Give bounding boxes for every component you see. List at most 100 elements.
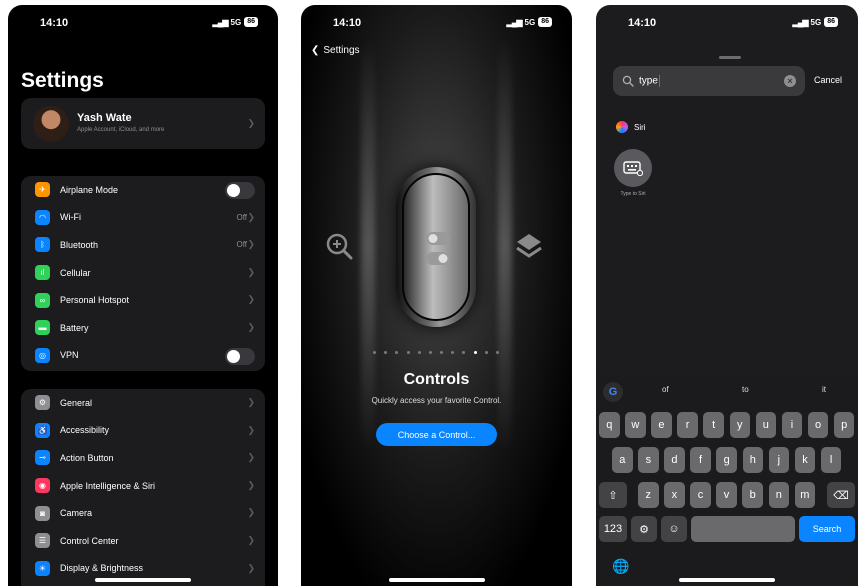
settings-row[interactable]: ıl Cellular ❯ (21, 259, 265, 287)
key-p[interactable]: p (833, 412, 855, 438)
key-t[interactable]: t (703, 412, 724, 438)
key-g[interactable]: g (716, 447, 737, 473)
keyboard-icon (623, 161, 643, 176)
status-bar: 14:10 ▂▄▆ 5G 86 (301, 5, 572, 39)
settings-screen: 14:10 ▂▄▆ 5G 86 Settings Yash Wate Apple… (8, 5, 278, 586)
sheet-grabber[interactable] (719, 56, 741, 59)
key-e[interactable]: e (651, 412, 672, 438)
settings-row-label: Accessibility (60, 425, 110, 436)
keyboard: G of to it q w e r t y u i o p a s d f g h j k l ⇧ z x c v b n m ⌫ 123… (596, 374, 858, 586)
key-b[interactable]: b (742, 482, 763, 508)
page-dot[interactable] (395, 351, 399, 354)
key-y[interactable]: y (729, 412, 750, 438)
page-dot[interactable] (417, 351, 421, 354)
settings-row-label: Cellular (60, 267, 91, 278)
page-dot[interactable] (473, 351, 477, 354)
page-dot[interactable] (373, 351, 376, 354)
key-j[interactable]: j (768, 447, 790, 473)
key-c[interactable]: c (690, 482, 711, 508)
choose-control-button[interactable]: Choose a Control... (376, 423, 497, 446)
key-a[interactable]: a (612, 447, 633, 473)
back-button[interactable]: ❮ Settings (311, 45, 360, 56)
suggestion-bar: G of to it (596, 374, 858, 408)
page-dot[interactable] (406, 351, 410, 354)
settings-row[interactable]: ⚙ General ❯ (21, 389, 265, 417)
settings-row[interactable]: ◙ Camera ❯ (21, 499, 265, 527)
shift-key-icon[interactable]: ⇧ (599, 482, 627, 508)
search-query: type (639, 75, 658, 87)
settings-row[interactable]: ◎ VPN (21, 342, 265, 370)
magnifier-plus-icon (326, 233, 353, 260)
space-key[interactable] (691, 516, 795, 542)
search-input[interactable]: type × (613, 66, 805, 96)
clear-icon[interactable]: × (784, 75, 796, 87)
settings-row[interactable]: ♿ Accessibility ❯ (21, 417, 265, 445)
toggle-icon (426, 232, 450, 265)
key-q[interactable]: q (599, 412, 620, 438)
key-z[interactable]: z (638, 482, 659, 508)
key-d[interactable]: d (664, 447, 685, 473)
page-indicator[interactable] (373, 351, 499, 354)
page-dot[interactable] (440, 351, 444, 354)
settings-row[interactable]: ☰ Control Center ❯ (21, 527, 265, 555)
settings-row[interactable]: ◉ Apple Intelligence & Siri ❯ (21, 472, 265, 500)
search-key[interactable]: Search (799, 516, 855, 542)
toggle-switch[interactable] (225, 347, 255, 365)
page-dot[interactable] (428, 351, 432, 354)
action-button-screen: 14:10 ▂▄▆ 5G 86 ❮ Settings Controls Quic… (301, 5, 572, 586)
account-name: Yash Wate (77, 112, 132, 124)
page-dot[interactable] (495, 351, 499, 354)
page-dot[interactable] (451, 351, 455, 354)
key-n[interactable]: n (768, 482, 789, 508)
suggestion-word[interactable]: to (742, 385, 749, 394)
suggestion-word[interactable]: of (662, 385, 669, 394)
key-l[interactable]: l (820, 447, 842, 473)
connectivity-group: ✈ Airplane Mode ◠ Wi-Fi Off ❯ ᛒ Bluetooth Off ❯ ıl… (21, 176, 265, 371)
key-i[interactable]: i (781, 412, 803, 438)
status-time: 14:10 (40, 17, 69, 29)
cancel-button[interactable]: Cancel (814, 75, 842, 85)
page-dot[interactable] (384, 351, 388, 354)
chevron-right-icon: ❯ (247, 239, 255, 250)
key-u[interactable]: u (755, 412, 777, 438)
settings-row[interactable]: ▬ Battery ❯ (21, 314, 265, 342)
camera-icon: ◙ (35, 505, 50, 521)
chevron-right-icon: ❯ (247, 118, 255, 128)
page-dot[interactable] (484, 351, 488, 354)
key-o[interactable]: o (807, 412, 829, 438)
settings-key-icon[interactable]: ⚙ (631, 516, 657, 542)
settings-row[interactable]: ✈ Airplane Mode (21, 176, 265, 204)
toggle-switch[interactable] (225, 182, 255, 199)
key-v[interactable]: v (716, 482, 737, 508)
status-bar: 14:10 ▂▄▆ 5G 86 (596, 5, 858, 39)
apple-account-cell[interactable]: Yash Wate Apple Account, iCloud, and mor… (21, 98, 265, 149)
settings-row[interactable]: ⊸ Action Button ❯ (21, 444, 265, 472)
key-m[interactable]: m (794, 482, 816, 508)
globe-icon[interactable]: 🌐 (612, 558, 629, 575)
key-r[interactable]: r (677, 412, 698, 438)
cellular-icon: ıl (35, 265, 50, 281)
network-type: 5G (524, 17, 536, 27)
google-keyboard-icon[interactable]: G (603, 382, 623, 402)
key-w[interactable]: w (625, 412, 646, 438)
key-k[interactable]: k (794, 447, 816, 473)
settings-row[interactable]: ᛒ Bluetooth Off ❯ (21, 231, 265, 259)
chevron-right-icon: ❯ (247, 424, 255, 435)
chevron-right-icon: ❯ (247, 534, 255, 545)
key-s[interactable]: s (638, 447, 659, 473)
page-dot[interactable] (462, 351, 466, 354)
emoji-key-icon[interactable]: ☺ (661, 516, 687, 542)
suggestion-word[interactable]: it (822, 385, 826, 394)
light-beam-right (498, 35, 512, 455)
key-f[interactable]: f (690, 447, 711, 473)
network-type: 5G (230, 17, 242, 27)
settings-row-label: General (60, 397, 93, 408)
settings-row[interactable]: ∞ Personal Hotspot ❯ (21, 286, 265, 314)
network-type: 5G (810, 17, 822, 27)
backspace-key-icon[interactable]: ⌫ (827, 482, 855, 508)
key-x[interactable]: x (664, 482, 685, 508)
key-h[interactable]: h (742, 447, 763, 473)
type-to-siri-control[interactable]: Type to Siri (611, 149, 655, 197)
settings-row[interactable]: ◠ Wi-Fi Off ❯ (21, 204, 265, 232)
numbers-key[interactable]: 123 (599, 516, 627, 542)
